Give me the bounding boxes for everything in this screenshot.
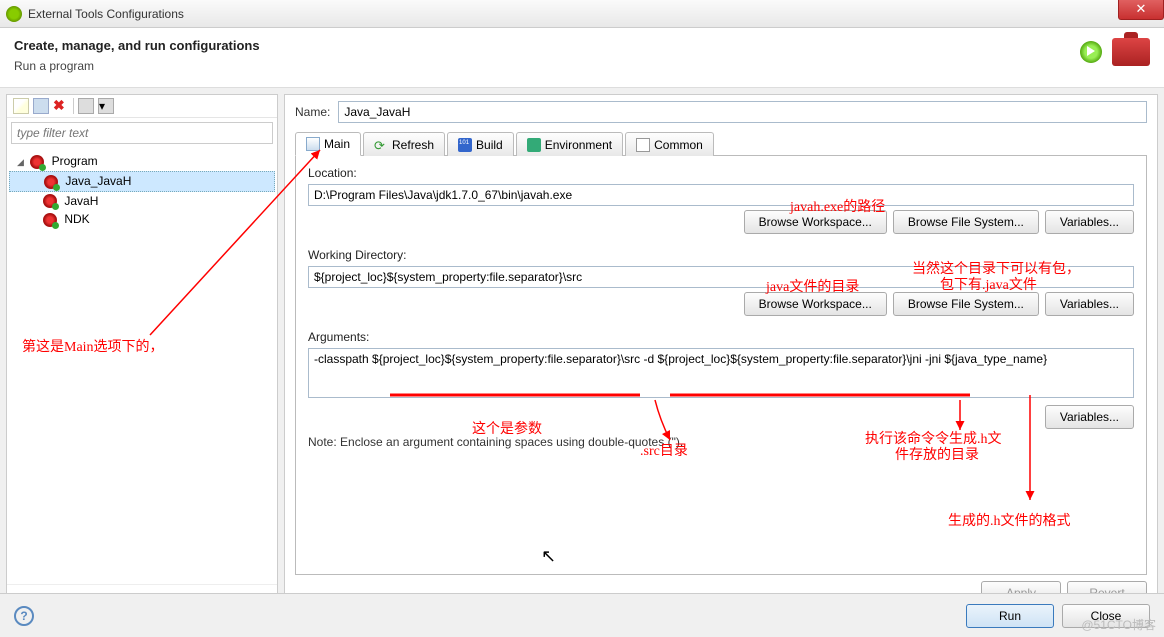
workdir-browse-workspace-button[interactable]: Browse Workspace... — [744, 292, 887, 316]
tree-item-label: NDK — [64, 212, 89, 226]
program-icon — [30, 155, 44, 169]
tab-label: Common — [654, 138, 703, 152]
config-form-panel: Name: Main ⟳ Refresh Build Environment Co… — [284, 94, 1158, 612]
arguments-group: Arguments: Variables... Note: Enclose an… — [308, 330, 1134, 449]
tree-item-label: JavaH — [64, 194, 98, 208]
tab-bar: Main ⟳ Refresh Build Environment Common — [295, 131, 1147, 156]
main-icon — [306, 137, 320, 151]
tree-item-java-javah[interactable]: Java_JavaH — [9, 171, 275, 192]
toolbar-separator — [73, 98, 74, 114]
new-config-icon[interactable] — [13, 98, 29, 114]
main-area: ✖ ▾ Program Java_JavaH JavaH NDK — [0, 88, 1164, 618]
tree-item-ndk[interactable]: NDK — [9, 210, 275, 229]
header-title: Create, manage, and run configurations — [14, 38, 260, 53]
workdir-input[interactable] — [308, 266, 1134, 288]
config-tree-panel: ✖ ▾ Program Java_JavaH JavaH NDK — [6, 94, 278, 612]
tab-label: Main — [324, 137, 350, 151]
tab-main-content: Location: Browse Workspace... Browse Fil… — [295, 156, 1147, 575]
delete-config-icon[interactable]: ✖ — [53, 98, 69, 114]
tree-root-program[interactable]: Program — [9, 152, 275, 171]
help-icon[interactable]: ? — [14, 606, 34, 626]
run-icon — [1080, 41, 1102, 63]
name-input[interactable] — [338, 101, 1147, 123]
build-icon — [458, 138, 472, 152]
tab-environment[interactable]: Environment — [516, 132, 623, 156]
watermark: @51CTO博客 — [1081, 616, 1156, 633]
name-label: Name: — [295, 105, 330, 119]
tree-root-label: Program — [52, 154, 98, 168]
tab-label: Environment — [545, 138, 612, 152]
environment-icon — [527, 138, 541, 152]
header-subtitle: Run a program — [14, 59, 260, 73]
location-group: Location: Browse Workspace... Browse Fil… — [308, 166, 1134, 234]
duplicate-config-icon[interactable] — [33, 98, 49, 114]
location-browse-workspace-button[interactable]: Browse Workspace... — [744, 210, 887, 234]
dialog-footer: ? Run Close — [0, 593, 1164, 637]
app-icon — [6, 6, 22, 22]
tab-label: Build — [476, 138, 503, 152]
workdir-group: Working Directory: Browse Workspace... B… — [308, 248, 1134, 316]
program-icon — [43, 194, 57, 208]
name-row: Name: — [295, 101, 1147, 123]
window-titlebar: External Tools Configurations ✕ — [0, 0, 1164, 28]
window-close-button[interactable]: ✕ — [1118, 0, 1164, 20]
window-title: External Tools Configurations — [28, 7, 184, 21]
dialog-header: Create, manage, and run configurations R… — [0, 28, 1164, 88]
expand-all-icon[interactable]: ▾ — [98, 98, 114, 114]
run-button[interactable]: Run — [966, 604, 1054, 628]
tree-toolbar: ✖ ▾ — [7, 95, 277, 118]
workdir-label: Working Directory: — [308, 248, 1134, 262]
location-input[interactable] — [308, 184, 1134, 206]
arguments-label: Arguments: — [308, 330, 1134, 344]
location-variables-button[interactable]: Variables... — [1045, 210, 1134, 234]
tree-item-javah[interactable]: JavaH — [9, 192, 275, 211]
arguments-input[interactable] — [308, 348, 1134, 398]
config-tree[interactable]: Program Java_JavaH JavaH NDK — [7, 148, 277, 584]
tab-common[interactable]: Common — [625, 132, 714, 156]
tab-refresh[interactable]: ⟳ Refresh — [363, 132, 445, 156]
workdir-browse-filesystem-button[interactable]: Browse File System... — [893, 292, 1039, 316]
collapse-all-icon[interactable] — [78, 98, 94, 114]
workdir-variables-button[interactable]: Variables... — [1045, 292, 1134, 316]
location-label: Location: — [308, 166, 1134, 180]
program-icon — [44, 175, 58, 189]
filter-box — [11, 122, 273, 144]
filter-input[interactable] — [11, 122, 273, 144]
program-icon — [43, 213, 57, 227]
location-browse-filesystem-button[interactable]: Browse File System... — [893, 210, 1039, 234]
arguments-note: Note: Enclose an argument containing spa… — [308, 435, 1134, 449]
tab-main[interactable]: Main — [295, 132, 361, 156]
arguments-variables-button[interactable]: Variables... — [1045, 405, 1134, 429]
tab-build[interactable]: Build — [447, 132, 514, 156]
tab-label: Refresh — [392, 138, 434, 152]
toolbox-icon — [1112, 38, 1150, 66]
refresh-icon: ⟳ — [374, 138, 388, 152]
tree-item-label: Java_JavaH — [65, 174, 131, 188]
common-icon — [636, 138, 650, 152]
